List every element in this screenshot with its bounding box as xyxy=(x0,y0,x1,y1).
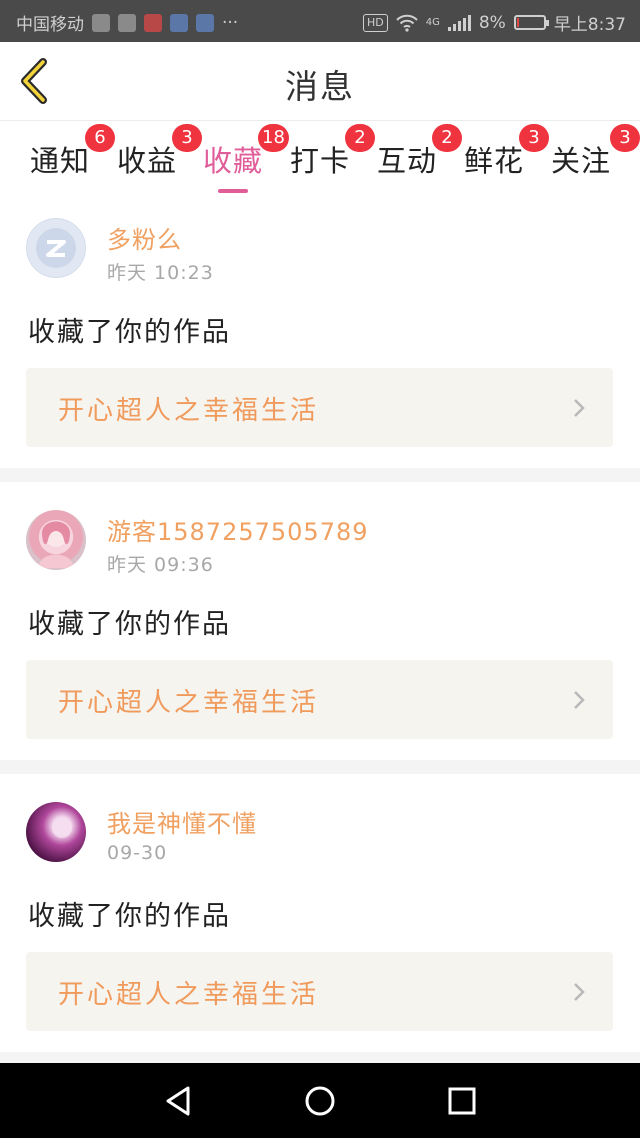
battery-percent: 8% xyxy=(478,12,506,33)
tab-label: 收益 xyxy=(116,144,177,178)
nav-back-button[interactable] xyxy=(160,1083,196,1119)
app-notification-icon-2 xyxy=(170,13,188,32)
status-right: HD 4G 8% 早上8:37 xyxy=(362,10,626,35)
tab-badge: 2 xyxy=(345,124,375,152)
timestamp: 09-30 xyxy=(107,842,168,864)
work-link[interactable]: 开心超人之幸福生活 xyxy=(26,660,613,739)
tab-label: 互动 xyxy=(376,144,437,178)
tab-badge: 2 xyxy=(432,124,462,152)
action-text: 收藏了你的作品 xyxy=(28,901,231,932)
user-avatar-image xyxy=(38,521,74,568)
active-tab-indicator xyxy=(218,189,248,193)
sim-alert-icon xyxy=(92,13,110,32)
tab-label: 收藏 xyxy=(202,144,263,178)
tab-bar: 通知 6 收益 3 收藏 18 打卡 2 互动 2 鲜花 3 关注 3 xyxy=(0,121,640,193)
divider xyxy=(0,468,640,482)
triangle-back-icon xyxy=(166,1086,190,1116)
work-title: 开心超人之幸福生活 xyxy=(58,688,320,718)
avatar[interactable] xyxy=(26,802,86,862)
user-avatar-image xyxy=(52,818,72,838)
divider xyxy=(0,760,640,774)
status-bar: 中国移动 ··· HD 4G 8% 早上8:37 xyxy=(0,0,640,42)
tab-checkin[interactable]: 打卡 2 xyxy=(285,124,375,191)
carrier-label: 中国移动 xyxy=(16,15,84,35)
list-item: 我是神懂不懂 09-30 收藏了你的作品 开心超人之幸福生活 xyxy=(0,784,640,1062)
page-title: 消息 xyxy=(285,67,355,106)
tab-label: 打卡 xyxy=(289,144,350,178)
username[interactable]: 游客1587257505789 xyxy=(107,512,369,547)
tab-interactions[interactable]: 互动 2 xyxy=(372,124,462,191)
battery-icon xyxy=(513,15,549,30)
timestamp: 昨天 09:36 xyxy=(107,554,214,576)
nav-recents-button[interactable] xyxy=(444,1083,480,1119)
avatar[interactable] xyxy=(26,218,86,278)
default-avatar-icon xyxy=(36,228,76,268)
username[interactable]: 我是神懂不懂 xyxy=(107,804,257,839)
wifi-icon xyxy=(395,14,418,32)
tab-label: 鲜花 xyxy=(463,144,524,178)
circle-home-icon xyxy=(305,1086,335,1116)
username[interactable]: 多粉么 xyxy=(107,220,182,255)
work-link[interactable]: 开心超人之幸福生活 xyxy=(26,368,613,447)
list-item: 游客1587257505789 昨天 09:36 收藏了你的作品 开心超人之幸福… xyxy=(0,492,640,770)
chevron-right-icon xyxy=(574,691,585,709)
tab-notifications[interactable]: 通知 6 xyxy=(25,124,115,191)
battery-fill xyxy=(516,18,519,27)
work-title: 开心超人之幸福生活 xyxy=(58,980,320,1010)
tab-badge: 3 xyxy=(610,124,640,152)
app-notification-icon-3 xyxy=(196,13,214,32)
hd-badge: HD xyxy=(362,13,388,32)
header: 消息 xyxy=(0,42,640,121)
work-title: 开心超人之幸福生活 xyxy=(58,396,320,426)
app-notification-icon xyxy=(144,13,162,32)
tab-badge: 3 xyxy=(519,124,549,152)
tab-favorites[interactable]: 收藏 18 xyxy=(198,124,289,193)
tab-label: 关注 xyxy=(550,144,611,178)
timestamp: 昨天 10:23 xyxy=(107,262,214,284)
tab-badge: 6 xyxy=(85,124,115,152)
tab-follows[interactable]: 关注 3 xyxy=(546,124,640,191)
avatar[interactable] xyxy=(26,510,86,570)
chevron-right-icon xyxy=(574,399,585,417)
divider xyxy=(0,1052,640,1063)
download-icon xyxy=(118,13,136,32)
status-left: 中国移动 ··· xyxy=(16,10,239,36)
list-item: 多粉么 昨天 10:23 收藏了你的作品 开心超人之幸福生活 xyxy=(0,200,640,478)
tab-earnings[interactable]: 收益 3 xyxy=(112,124,202,191)
more-notifications-icon: ··· xyxy=(222,12,239,33)
clock: 早上8:37 xyxy=(553,15,626,35)
tab-flowers[interactable]: 鲜花 3 xyxy=(459,124,549,191)
square-recents-icon xyxy=(448,1087,476,1115)
chevron-right-icon xyxy=(574,983,585,1001)
action-text: 收藏了你的作品 xyxy=(28,609,231,640)
network-type: 4G xyxy=(425,17,440,28)
tab-label: 通知 xyxy=(29,144,90,178)
action-text: 收藏了你的作品 xyxy=(28,317,231,348)
signal-icon xyxy=(447,14,471,31)
work-link[interactable]: 开心超人之幸福生活 xyxy=(26,952,613,1031)
nav-home-button[interactable] xyxy=(302,1083,338,1119)
system-nav-bar xyxy=(0,1063,640,1138)
